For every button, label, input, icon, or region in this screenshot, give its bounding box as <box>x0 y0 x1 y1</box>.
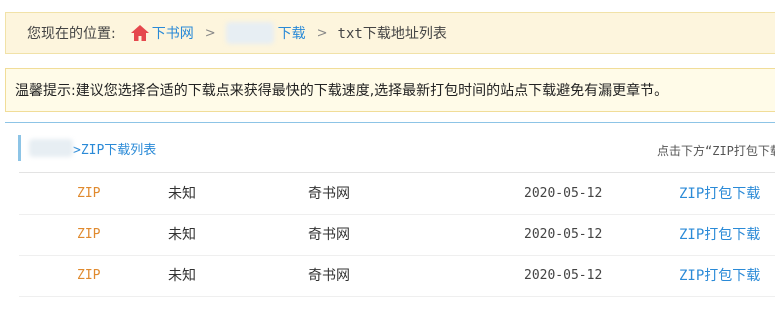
source-site: 奇书网 <box>308 268 350 284</box>
pack-date: 2020-05-12 <box>524 268 603 283</box>
breadcrumb-link-download[interactable]: 下载 <box>278 23 306 43</box>
pack-date: 2020-05-12 <box>524 186 603 201</box>
panel-title: >ZIP下载列表 <box>73 142 157 158</box>
download-row: ZIP 未知 奇书网 2020-05-12 ZIP打包下载 <box>19 174 775 215</box>
breadcrumb-current: txt下载地址列表 <box>337 26 447 42</box>
home-icon <box>130 25 149 41</box>
file-size: 未知 <box>168 268 196 284</box>
breadcrumb-link-home[interactable]: 下书网 <box>152 23 194 43</box>
panel-note: 点击下方“ZIP打包下载 <box>657 144 775 158</box>
download-row: ZIP 未知 奇书网 2020-05-12 ZIP打包下载 <box>19 256 775 297</box>
breadcrumb-separator: > <box>316 25 328 41</box>
blurred-book-title <box>225 22 274 44</box>
location-label: 您现在的位置: <box>27 26 116 42</box>
zip-download-link[interactable]: ZIP打包下载 <box>679 256 760 296</box>
source-site: 奇书网 <box>308 227 350 243</box>
zip-download-link[interactable]: ZIP打包下载 <box>679 174 760 214</box>
file-type: ZIP <box>77 268 101 283</box>
download-panel: >ZIP下载列表 点击下方“ZIP打包下载 ZIP 未知 奇书网 2020-05… <box>5 122 775 323</box>
download-row: ZIP 未知 奇书网 2020-05-12 ZIP打包下载 <box>19 215 775 256</box>
file-size: 未知 <box>168 186 196 202</box>
pack-date: 2020-05-12 <box>524 227 603 242</box>
tip-notice: 温馨提示:建议您选择合适的下载点来获得最快的下载速度,选择最新打包时间的站点下载… <box>5 68 775 112</box>
panel-header: >ZIP下载列表 <box>18 135 156 161</box>
source-site: 奇书网 <box>308 186 350 202</box>
tip-text: 温馨提示:建议您选择合适的下载点来获得最快的下载速度,选择最新打包时间的站点下载… <box>15 83 669 99</box>
file-type: ZIP <box>77 227 101 242</box>
file-type: ZIP <box>77 186 101 201</box>
breadcrumb-home[interactable]: 下书网 <box>130 23 194 43</box>
zip-download-link[interactable]: ZIP打包下载 <box>679 215 760 255</box>
breadcrumb-separator: > <box>204 25 216 41</box>
file-size: 未知 <box>168 227 196 243</box>
breadcrumb: 您现在的位置: 下书网 > 下载 > txt下载地址列表 <box>5 12 775 54</box>
blurred-book-title <box>29 139 73 157</box>
divider <box>19 172 775 173</box>
